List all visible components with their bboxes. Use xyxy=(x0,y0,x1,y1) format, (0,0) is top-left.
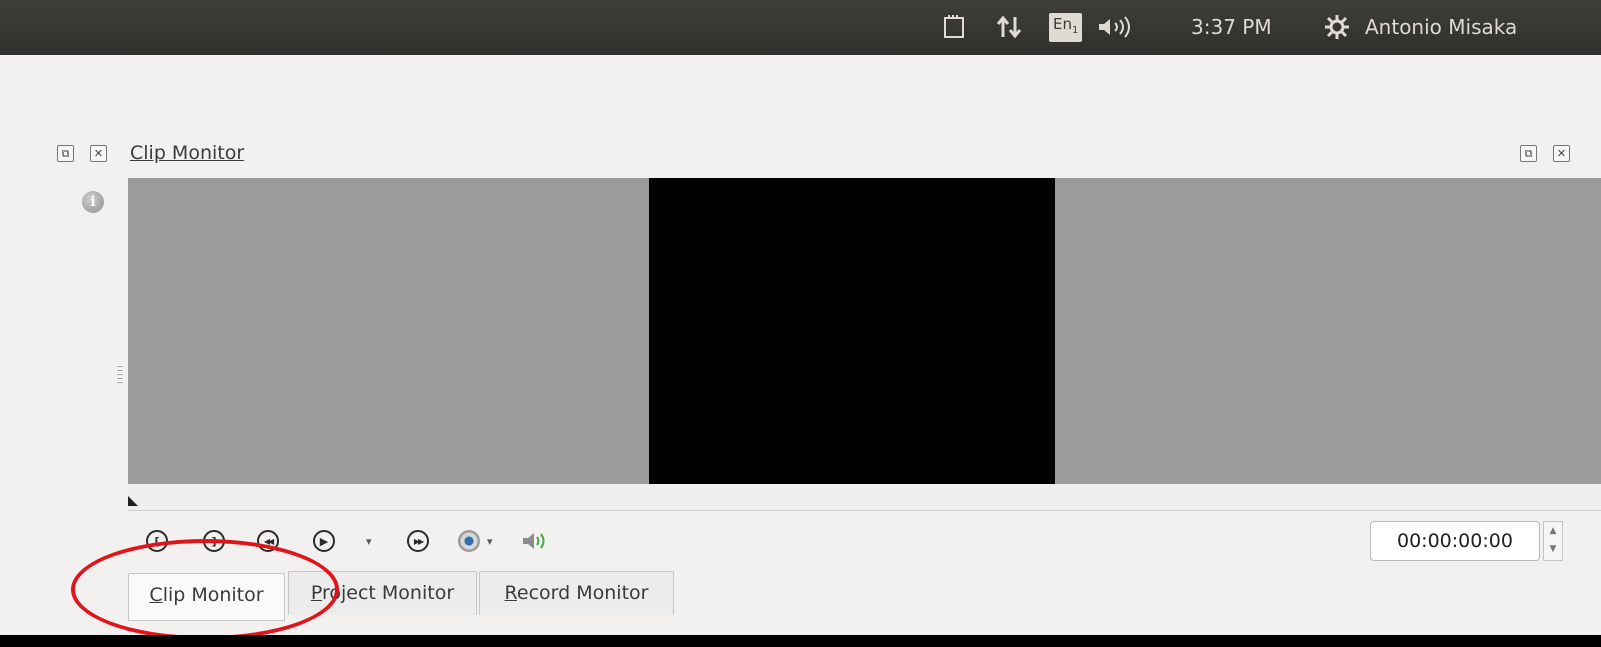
top-panel: En1 3:37 PM Antonio Misaka xyxy=(0,0,1601,55)
tab-project-monitor[interactable]: Project Monitor xyxy=(288,571,477,615)
right-dock-float-icon[interactable]: ⧉ xyxy=(1520,145,1537,162)
dock-close-icon[interactable]: ✕ xyxy=(90,145,107,162)
set-zone-end-button[interactable]: ] xyxy=(203,530,225,552)
set-zone-start-button[interactable]: [ xyxy=(146,530,168,552)
dock-float-icon[interactable]: ⧉ xyxy=(57,145,74,162)
play-button[interactable]: ▶ xyxy=(313,530,335,552)
video-frame xyxy=(649,178,1055,484)
monitor-settings-icon[interactable] xyxy=(458,530,480,552)
network-arrows-icon[interactable] xyxy=(996,12,1024,42)
tab-record-monitor-mnemonic: R xyxy=(504,582,517,604)
battery-icon[interactable] xyxy=(943,12,965,42)
spin-down-icon[interactable]: ▼ xyxy=(1544,540,1562,558)
clock-time[interactable]: 3:37 PM xyxy=(1191,12,1272,42)
timecode-spinner[interactable]: ▲ ▼ xyxy=(1543,521,1563,561)
info-icon[interactable]: i xyxy=(82,191,104,213)
spin-up-icon[interactable]: ▲ xyxy=(1544,522,1562,540)
user-name[interactable]: Antonio Misaka xyxy=(1365,12,1517,42)
play-options-dropdown-icon[interactable]: ▾ xyxy=(366,535,372,548)
bottom-border xyxy=(0,635,1601,647)
volume-control-icon[interactable] xyxy=(521,529,547,558)
tab-record-monitor-label: ecord Monitor xyxy=(516,582,649,604)
timecode-input[interactable]: 00:00:00:00 xyxy=(1370,521,1540,561)
timeline-ruler[interactable] xyxy=(128,484,1601,511)
tab-clip-monitor[interactable]: Clip Monitor xyxy=(128,573,285,621)
session-gear-icon[interactable] xyxy=(1323,12,1351,42)
tab-clip-monitor-label: lip Monitor xyxy=(162,584,264,606)
tab-record-monitor[interactable]: Record Monitor xyxy=(479,571,674,615)
right-dock-close-icon[interactable]: ✕ xyxy=(1553,145,1570,162)
monitor-view[interactable] xyxy=(128,178,1601,484)
rewind-button[interactable]: ◀◀ xyxy=(257,530,279,552)
keyboard-layout-indicator[interactable]: En1 xyxy=(1049,12,1083,42)
volume-icon[interactable] xyxy=(1097,12,1137,42)
keyboard-layout-icon: En1 xyxy=(1049,12,1083,42)
forward-button[interactable]: ▶▶ xyxy=(407,530,429,552)
dock-title-text: Clip Monitor xyxy=(130,142,245,164)
tab-project-monitor-label: roject Monitor xyxy=(321,582,455,604)
settings-dropdown-icon[interactable]: ▾ xyxy=(487,535,493,548)
tab-clip-monitor-mnemonic: C xyxy=(149,584,163,606)
splitter-handle[interactable] xyxy=(117,366,123,384)
dock-title: Clip Monitor xyxy=(130,142,244,164)
tab-project-monitor-mnemonic: P xyxy=(310,582,322,604)
playhead-marker[interactable] xyxy=(128,496,138,506)
